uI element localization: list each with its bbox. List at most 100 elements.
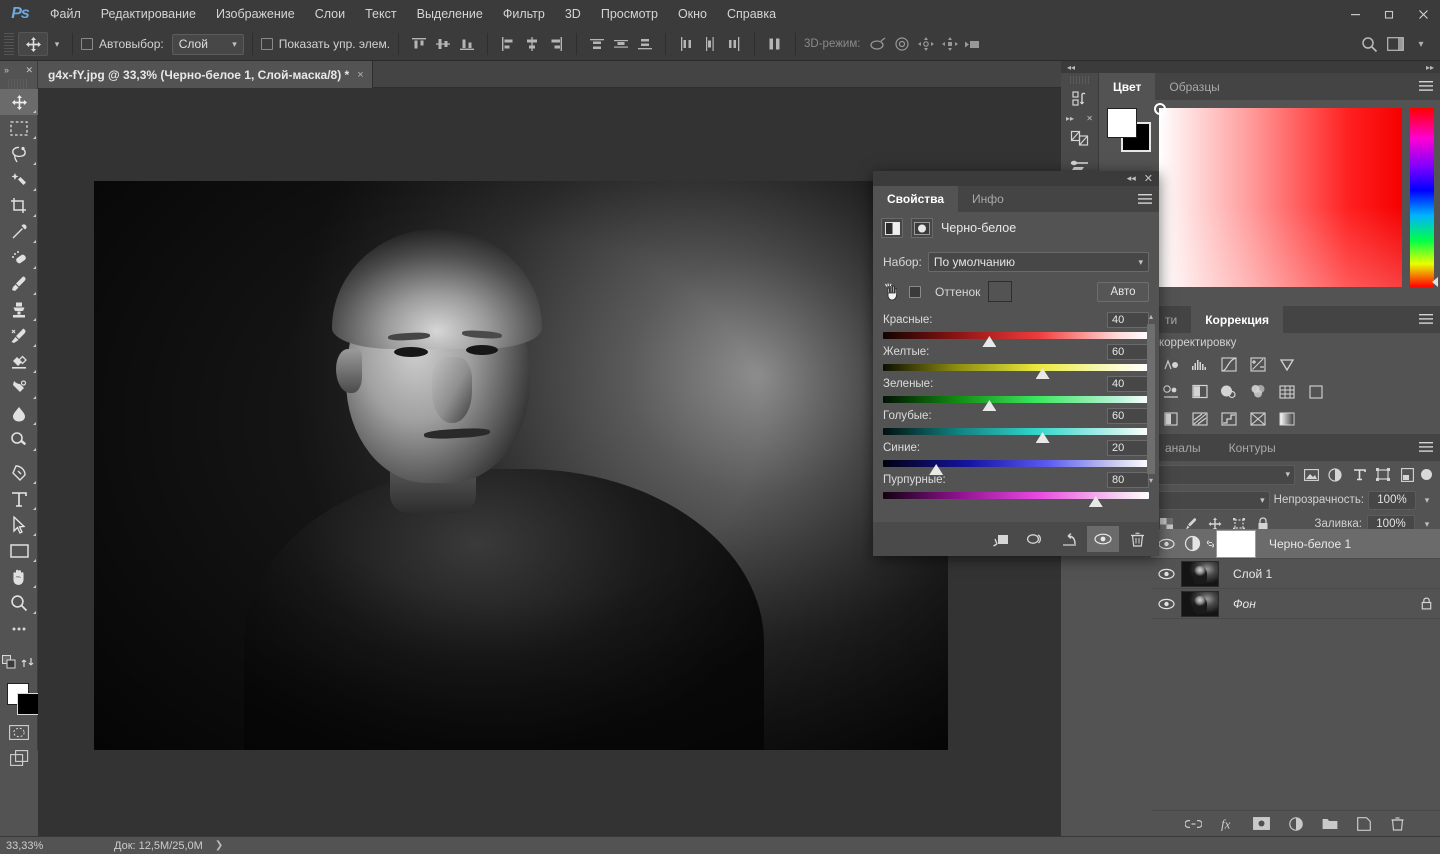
background-color-swatch[interactable] <box>17 693 39 715</box>
posterize-icon[interactable] <box>1186 406 1213 431</box>
properties-panel-titlebar[interactable]: collapse-icon ◂◂ ✕ <box>873 171 1159 186</box>
filter-enable-toggle[interactable] <box>1421 465 1434 485</box>
actions-panel-icon[interactable] <box>1061 124 1099 152</box>
slider-knob[interactable] <box>1035 432 1050 443</box>
dodge-tool[interactable] <box>0 427 38 453</box>
filter-adjustment-icon[interactable] <box>1325 465 1345 485</box>
layer-name[interactable]: Слой 1 <box>1225 567 1440 581</box>
minimize-icon[interactable] <box>1338 0 1372 28</box>
new-group-icon[interactable] <box>1321 815 1339 833</box>
brightness-contrast-icon[interactable] <box>1157 352 1184 377</box>
panel-menu-icon[interactable] <box>1412 306 1440 333</box>
curves-icon[interactable] <box>1215 352 1242 377</box>
opacity-value[interactable]: 100% <box>1368 490 1416 510</box>
opacity-chevron-down-icon[interactable]: ▾ <box>1420 495 1434 506</box>
slider-value[interactable]: 60 <box>1107 408 1149 424</box>
link-mask-icon[interactable] <box>1203 537 1217 551</box>
exposure-icon[interactable] <box>1244 352 1271 377</box>
move-tool-icon[interactable] <box>18 32 48 56</box>
move-tool[interactable] <box>0 89 38 115</box>
hue-strip[interactable] <box>1410 108 1434 287</box>
hue-marker[interactable] <box>1432 277 1438 287</box>
close-icon[interactable] <box>1406 0 1440 28</box>
threshold-icon[interactable] <box>1215 406 1242 431</box>
black-and-white-adjustment-icon[interactable] <box>881 218 903 238</box>
fill-chevron-down-icon[interactable]: ▾ <box>1420 519 1434 530</box>
eraser-tool[interactable] <box>0 349 38 375</box>
layer-thumbnail[interactable] <box>1181 590 1219 617</box>
reset-icon[interactable] <box>1053 526 1085 552</box>
slider-value[interactable]: 20 <box>1107 440 1149 456</box>
new-layer-icon[interactable] <box>1355 815 1373 833</box>
type-tool[interactable] <box>0 486 38 512</box>
tab-info[interactable]: Инфо <box>958 186 1018 212</box>
slider-track[interactable] <box>883 396 1149 411</box>
menu-text[interactable]: Текст <box>355 0 406 28</box>
layer-thumbnail[interactable] <box>1181 560 1219 587</box>
zoom-tool[interactable] <box>0 590 38 616</box>
workspace-icon[interactable] <box>1382 31 1408 57</box>
show-transform-controls-checkbox[interactable] <box>260 38 273 50</box>
collapse-double-arrow-icon[interactable]: ◂◂ <box>1127 173 1136 184</box>
layer-name[interactable]: Фон <box>1225 597 1412 611</box>
black-and-white-adjustment-icon[interactable] <box>1181 531 1203 557</box>
slider-knob[interactable] <box>1035 368 1050 379</box>
tab-properties[interactable]: Свойства <box>873 186 959 212</box>
table-row[interactable]: Слой 1 <box>1151 559 1440 589</box>
selective-color-icon[interactable] <box>1244 406 1271 431</box>
zoom-level[interactable]: 33,33% <box>0 840 110 852</box>
color-balance-icon[interactable] <box>1186 379 1213 404</box>
screen-mode-icon[interactable] <box>0 745 38 771</box>
menu-select[interactable]: Выделение <box>407 0 493 28</box>
expand-icon[interactable]: ▸▸ <box>1066 114 1074 123</box>
gradient-tool[interactable] <box>0 375 38 401</box>
auto-select-dropdown[interactable]: Слой ▾ <box>171 33 244 55</box>
camera-3d-icon[interactable] <box>962 32 986 56</box>
options-bar-grip[interactable] <box>4 33 14 55</box>
mini-dock-grip[interactable] <box>1070 76 1089 84</box>
scroll-up-icon[interactable]: ▴ <box>1145 310 1157 322</box>
path-selection-tool[interactable] <box>0 512 38 538</box>
table-row[interactable]: Фон <box>1151 589 1440 619</box>
slider-knob[interactable] <box>929 464 944 475</box>
search-icon[interactable] <box>1356 31 1382 57</box>
pen-tool[interactable] <box>0 460 38 486</box>
history-panel-icon[interactable] <box>1061 84 1099 112</box>
hand-tool[interactable] <box>0 564 38 590</box>
clip-to-layer-icon[interactable] <box>911 218 933 238</box>
new-fill-adjustment-layer-icon[interactable] <box>1287 815 1305 833</box>
panel-menu-icon[interactable] <box>1131 186 1159 212</box>
blur-tool[interactable] <box>0 401 38 427</box>
menu-edit[interactable]: Редактирование <box>91 0 206 28</box>
layer-mask-thumbnail[interactable] <box>1216 529 1256 558</box>
hue-saturation-icon[interactable] <box>1157 379 1184 404</box>
filter-shape-icon[interactable] <box>1373 465 1393 485</box>
color-field-selector[interactable] <box>1154 103 1166 115</box>
slider-value[interactable]: 40 <box>1107 312 1149 328</box>
distribute-spacing-icon[interactable] <box>763 32 787 56</box>
slide-3d-icon[interactable] <box>938 32 962 56</box>
delete-layer-icon[interactable] <box>1389 815 1407 833</box>
slider-value[interactable]: 60 <box>1107 344 1149 360</box>
align-vertical-centers-icon[interactable] <box>431 32 455 56</box>
preset-dropdown[interactable]: По умолчанию ▾ <box>927 252 1149 272</box>
chevron-down-icon[interactable]: ▾ <box>1408 31 1434 57</box>
filter-type-icon[interactable] <box>1349 465 1369 485</box>
vibrance-icon[interactable] <box>1273 352 1300 377</box>
spot-healing-brush-tool[interactable] <box>0 245 38 271</box>
close-icon[interactable]: ✕ <box>25 65 33 76</box>
more-tools[interactable] <box>0 616 38 642</box>
brush-tool[interactable] <box>0 271 38 297</box>
rectangle-tool[interactable] <box>0 538 38 564</box>
panel-menu-icon[interactable] <box>1412 434 1440 461</box>
distribute-bottom-icon[interactable] <box>633 32 657 56</box>
quick-mask-icon[interactable] <box>0 719 38 745</box>
crop-tool[interactable] <box>0 193 38 219</box>
layer-visibility-toggle[interactable] <box>1151 568 1181 580</box>
invert-icon[interactable] <box>1157 406 1184 431</box>
blend-mode-dropdown[interactable]: ▾ <box>1157 490 1270 510</box>
align-bottom-edges-icon[interactable] <box>455 32 479 56</box>
auto-button[interactable]: Авто <box>1097 281 1149 302</box>
status-chevron-icon[interactable]: ❯ <box>215 840 223 851</box>
scroll-down-icon[interactable]: ▾ <box>1145 474 1157 486</box>
